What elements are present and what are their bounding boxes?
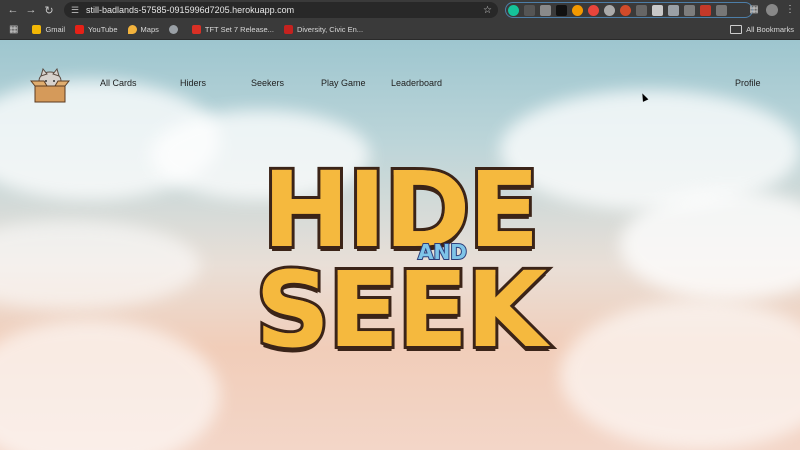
bookmark-label: Diversity, Civic En... bbox=[296, 25, 364, 34]
side-panel-icon[interactable]: ▦ bbox=[748, 4, 760, 16]
bookmark-label: Gmail bbox=[45, 25, 66, 34]
menu-kebab-icon[interactable]: ⋮ bbox=[784, 4, 796, 16]
title-word-hide: HIDE bbox=[259, 149, 542, 271]
browser-toolbar: ← → ↻ ☰ still-badlands-57585-0915996d720… bbox=[0, 0, 800, 20]
cloud bbox=[0, 220, 200, 310]
nav-profile[interactable]: Profile bbox=[735, 78, 761, 88]
extension-icon[interactable] bbox=[556, 4, 567, 16]
extension-icon[interactable] bbox=[524, 4, 535, 16]
site-info-icon[interactable]: ☰ bbox=[68, 5, 82, 16]
hide-and-seek-title: HIDE SEEK AND bbox=[214, 149, 586, 371]
bookmark-label: Maps bbox=[140, 25, 159, 34]
extension-icon[interactable] bbox=[636, 4, 647, 16]
cat-in-box-logo[interactable] bbox=[30, 68, 70, 104]
bookmark-youtube[interactable]: YouTube bbox=[75, 25, 118, 34]
apps-grid-icon[interactable]: ▦ bbox=[9, 24, 18, 35]
page-body: All Cards Hiders Seekers Play Game Leade… bbox=[0, 40, 800, 450]
extension-icon[interactable] bbox=[604, 4, 615, 16]
extension-icon[interactable] bbox=[668, 4, 679, 16]
forward-icon[interactable]: → bbox=[22, 1, 40, 19]
extension-icon[interactable] bbox=[620, 4, 631, 16]
cloud bbox=[560, 300, 800, 450]
title-word-seek: SEEK bbox=[252, 249, 550, 371]
title-word-and: AND bbox=[417, 239, 468, 265]
address-bar[interactable]: ☰ still-badlands-57585-0915996d7205.hero… bbox=[64, 2, 498, 18]
all-bookmarks-label: All Bookmarks bbox=[746, 25, 794, 34]
extensions-strip bbox=[505, 2, 755, 18]
bookmarks-bar: ▦ Gmail YouTube Maps TFT Set 7 Release..… bbox=[0, 20, 800, 40]
gmail-icon bbox=[32, 25, 42, 34]
extension-icon[interactable] bbox=[572, 4, 583, 16]
profile-avatar-icon[interactable] bbox=[766, 4, 778, 16]
bookmark-gmail[interactable]: Gmail bbox=[32, 25, 65, 34]
nav-all-cards[interactable]: All Cards bbox=[100, 78, 137, 88]
nav-seekers[interactable]: Seekers bbox=[251, 78, 284, 88]
globe-icon bbox=[168, 25, 178, 34]
extension-icon[interactable] bbox=[588, 4, 599, 16]
extension-icon[interactable] bbox=[700, 4, 711, 16]
diversity-icon bbox=[283, 25, 293, 34]
bookmark-globe[interactable] bbox=[168, 25, 182, 34]
nav-hiders[interactable]: Hiders bbox=[180, 78, 206, 88]
extension-icon[interactable] bbox=[684, 4, 695, 16]
url-text: still-badlands-57585-0915996d7205.heroku… bbox=[86, 5, 295, 15]
extensions-puzzle-icon[interactable] bbox=[716, 4, 727, 16]
reload-icon[interactable]: ↻ bbox=[40, 1, 58, 19]
bookmark-maps[interactable]: Maps bbox=[127, 25, 159, 34]
folder-icon bbox=[730, 25, 743, 34]
back-icon[interactable]: ← bbox=[4, 1, 22, 19]
tft-icon bbox=[191, 25, 201, 34]
nav-leaderboard[interactable]: Leaderboard bbox=[391, 78, 442, 88]
grammarly-icon[interactable] bbox=[508, 4, 519, 16]
bookmark-tft[interactable]: TFT Set 7 Release... bbox=[191, 25, 274, 34]
youtube-icon bbox=[75, 25, 85, 34]
bookmark-label: YouTube bbox=[88, 25, 118, 34]
extension-icon[interactable] bbox=[540, 4, 551, 16]
extension-icon[interactable] bbox=[652, 4, 663, 16]
bookmark-diversity[interactable]: Diversity, Civic En... bbox=[283, 25, 364, 34]
bookmark-label: TFT Set 7 Release... bbox=[204, 25, 274, 34]
nav-play-game[interactable]: Play Game bbox=[321, 78, 366, 88]
bookmark-star-icon[interactable]: ☆ bbox=[483, 5, 492, 16]
all-bookmarks[interactable]: All Bookmarks bbox=[730, 20, 794, 39]
cloud bbox=[0, 320, 220, 450]
maps-icon bbox=[127, 25, 137, 34]
